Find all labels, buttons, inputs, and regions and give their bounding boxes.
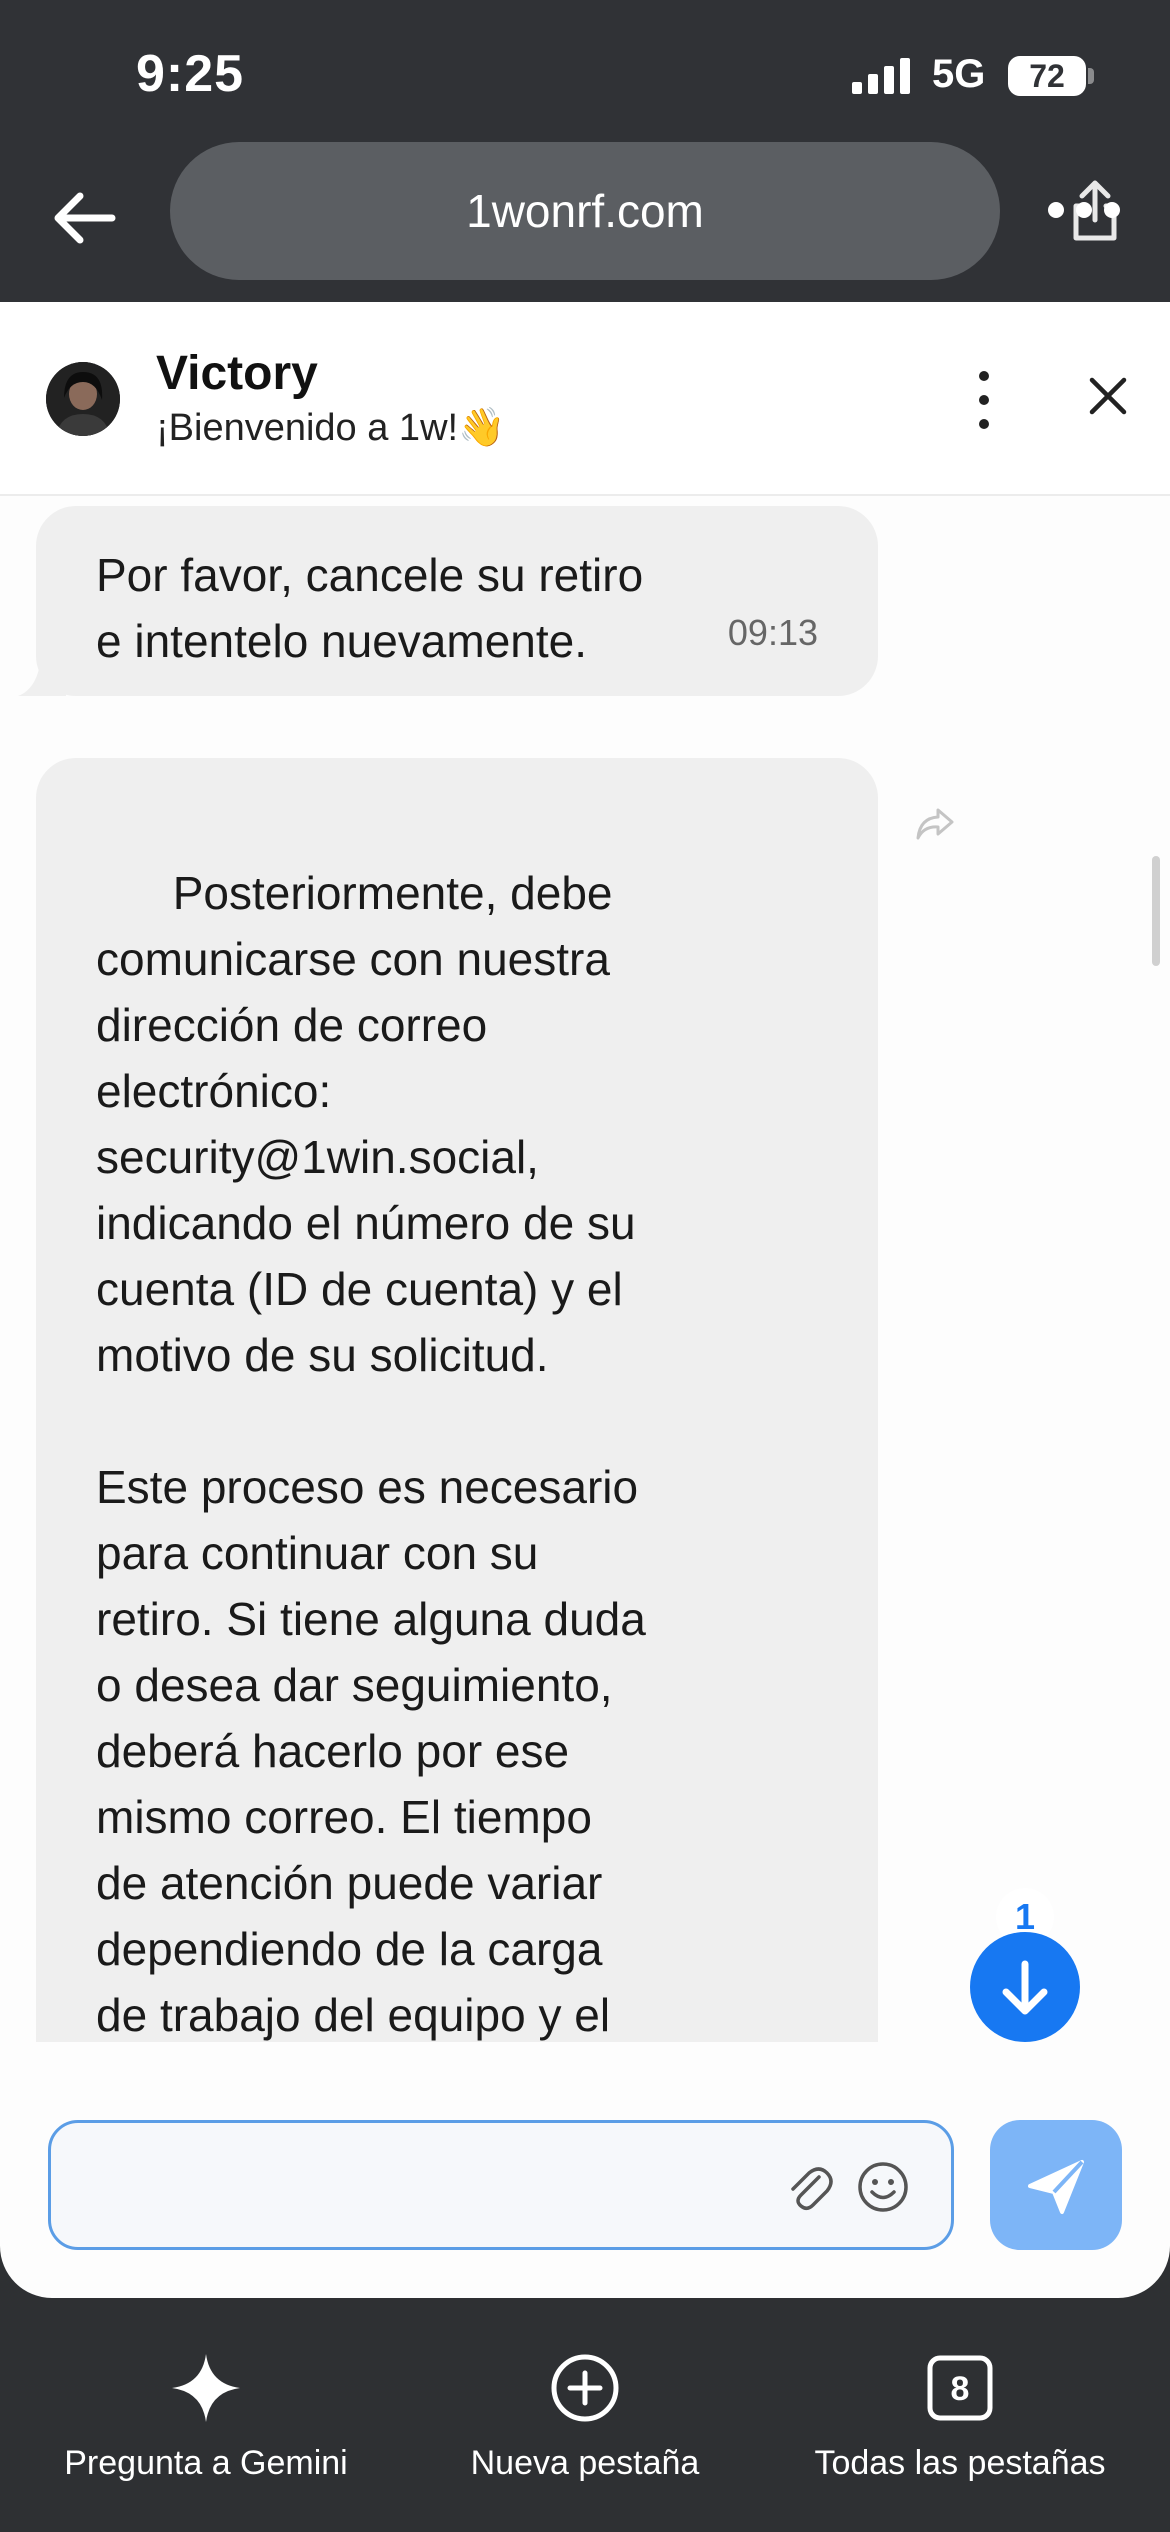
url-text[interactable]: 1wonrf.com xyxy=(170,184,1000,238)
message-composer[interactable] xyxy=(48,2120,954,2250)
new-tab-label: Nueva pestaña xyxy=(470,2444,700,2482)
kebab-menu-icon[interactable] xyxy=(970,368,998,432)
network-type: 5G xyxy=(932,52,986,96)
tabs-count: 8 xyxy=(951,2370,970,2408)
send-paper-plane-icon xyxy=(1028,2160,1084,2214)
new-tab-button[interactable]: Nueva pestaña xyxy=(430,2352,740,2483)
emoji-icon[interactable] xyxy=(855,2159,911,2215)
all-tabs-label: Todas las pestañas xyxy=(814,2444,1106,2482)
more-dots-icon[interactable] xyxy=(1046,200,1122,220)
signal-bars-icon xyxy=(852,58,910,94)
all-tabs-button[interactable]: 8 Todas las pestañas xyxy=(790,2352,1130,2483)
gemini-sparkle-icon xyxy=(172,2354,240,2422)
ask-gemini-label: Pregunta a Gemini xyxy=(64,2444,348,2482)
arrow-down-icon xyxy=(1002,1960,1048,2015)
back-arrow-icon[interactable] xyxy=(46,178,126,258)
chat-widget: Victory ¡Bienvenido a 1w!👋 Por favor, ca… xyxy=(0,302,1170,2298)
message-input[interactable] xyxy=(71,2143,771,2227)
message-bubble: Posteriormente, debe comunicarse con nue… xyxy=(36,758,878,2042)
message-bubble: Por favor, cancele su retiro e intentelo… xyxy=(36,506,878,696)
scroll-to-bottom-button[interactable] xyxy=(970,1932,1080,2042)
agent-name: Victory xyxy=(156,347,318,400)
agent-avatar-icon xyxy=(46,362,120,436)
address-bar[interactable]: 1wonrf.com xyxy=(170,142,1117,280)
message-text: Por favor, cancele su retiro e intentelo… xyxy=(96,549,644,667)
message-text: Posteriormente, debe comunicarse con nue… xyxy=(96,867,646,2041)
status-time: 9:25 xyxy=(136,45,245,103)
agent-subtitle: ¡Bienvenido a 1w!👋 xyxy=(156,407,506,449)
scrollbar[interactable] xyxy=(1152,856,1160,966)
forward-icon[interactable] xyxy=(914,806,956,842)
status-bar: 9:25 5G 72 xyxy=(0,0,1170,140)
message-time: 09:13 xyxy=(727,612,818,653)
message-list[interactable]: Por favor, cancele su retiro e intentelo… xyxy=(0,498,1170,2042)
send-button[interactable] xyxy=(990,2120,1122,2250)
ask-gemini-button[interactable]: Pregunta a Gemini xyxy=(56,2352,356,2483)
new-tab-plus-icon xyxy=(551,2354,619,2422)
close-icon[interactable] xyxy=(1086,374,1130,418)
tabs-count-icon: 8 xyxy=(927,2355,993,2421)
battery-level: 72 xyxy=(1029,58,1065,94)
chat-header: Victory ¡Bienvenido a 1w!👋 xyxy=(0,302,1170,496)
battery-icon: 72 xyxy=(1008,56,1086,96)
browser-bottom-bar: Pregunta a Gemini Nueva pestaña 8 Todas … xyxy=(0,2298,1170,2532)
attach-paperclip-icon[interactable] xyxy=(781,2159,837,2215)
avatar xyxy=(46,362,120,436)
browser-toolbar: 1wonrf.com xyxy=(0,140,1170,302)
battery-tip xyxy=(1088,68,1094,84)
